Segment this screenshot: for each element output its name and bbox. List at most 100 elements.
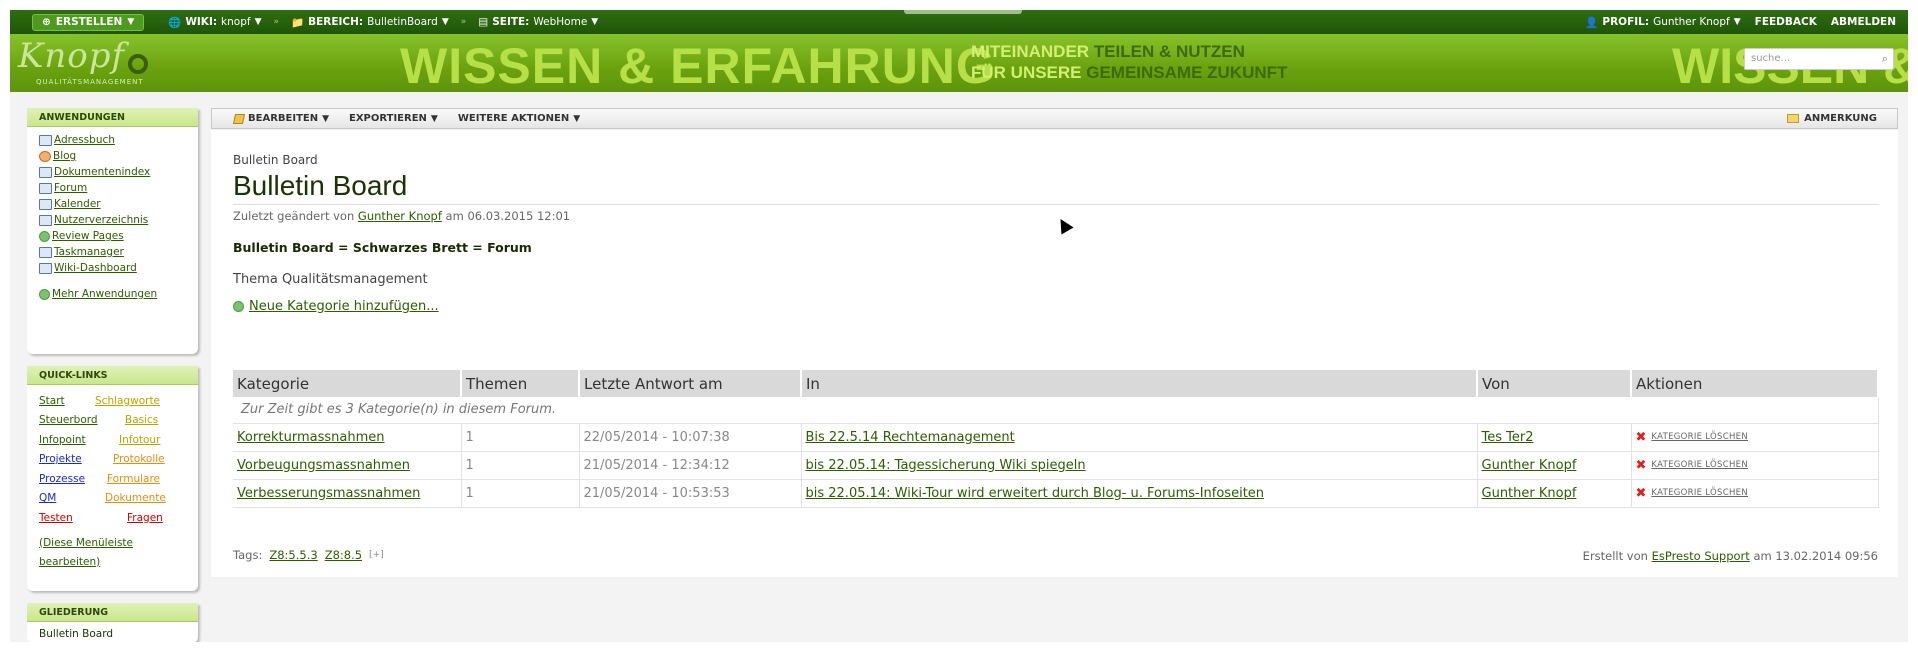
author-link[interactable]: Gunther Knopf — [358, 209, 442, 223]
quick-link-basics[interactable]: Basics — [95, 411, 195, 431]
quick-link-projekte[interactable]: Projekte — [39, 450, 95, 470]
app-item-taskmanager[interactable]: Taskmanager — [39, 244, 186, 260]
by-cell: Gunther Knopf — [1477, 479, 1632, 508]
quick-link-testen[interactable]: Testen — [39, 508, 95, 528]
slogan: WISSEN & ERFAHRUNG — [400, 38, 996, 92]
top-grip — [904, 10, 1022, 14]
forum-icon — [39, 182, 52, 194]
quick-link-dokumente[interactable]: Dokumente — [95, 489, 195, 509]
chevron-down-icon: ▼ — [254, 17, 262, 27]
chevron-down-icon: ▼ — [430, 113, 438, 124]
panel-title: ANWENDUNGEN — [27, 108, 198, 127]
profile-menu[interactable]: 👤 PROFIL: Gunther Knopf ▼ — [1585, 16, 1740, 29]
category-table: Kategorie Themen Letzte Antwort am In Vo… — [233, 370, 1879, 508]
breadcrumb[interactable]: Bulletin Board — [233, 153, 318, 167]
quick-link-infopoint[interactable]: Infopoint — [39, 430, 95, 450]
add-icon: ⊕ — [42, 16, 51, 28]
feedback-link[interactable]: FEEDBACK — [1755, 16, 1817, 28]
quick-link-steuerbord[interactable]: Steuerbord — [39, 411, 98, 431]
slogan-line-1: MITEINANDER TEILEN & NUTZEN — [971, 42, 1245, 61]
app-item-wiki-dashboard[interactable]: Wiki-Dashboard — [39, 260, 186, 276]
quick-link-infotour[interactable]: Infotour — [95, 430, 195, 450]
table-info: Zur Zeit gibt es 3 Kategorie(n) in diese… — [233, 397, 1879, 424]
delete-icon[interactable]: ✖ — [1636, 458, 1647, 473]
app-item-forum[interactable]: Forum — [39, 180, 186, 196]
creator-link[interactable]: EsPresto Support — [1652, 549, 1750, 563]
area-menu[interactable]: 📁 BEREICH: BulletinBoard ▼ — [281, 16, 459, 29]
quick-links-grid: Start Schlagworte Steuerbord Basics Info… — [27, 385, 198, 534]
outline-item[interactable]: Bulletin Board — [27, 622, 198, 642]
topics-cell: 1 — [461, 479, 580, 508]
tag-link[interactable]: Z8:5.5.3 — [269, 548, 317, 562]
topic-text: Thema Qualitätsmanagement — [233, 272, 428, 287]
actions-cell: ✖ KATEGORIE LÖSCHEN — [1631, 451, 1879, 480]
delete-icon[interactable]: ✖ — [1636, 486, 1647, 501]
app-item-nutzerverzeichnis[interactable]: Nutzerverzeichnis — [39, 212, 186, 228]
actions-cell: ✖ KATEGORIE LÖSCHEN — [1631, 423, 1879, 452]
edit-menu-link[interactable]: (Diese Menüleiste bearbeiten) — [27, 534, 147, 572]
add-tag-button[interactable]: [+] — [369, 550, 384, 560]
quick-link-fragen[interactable]: Fragen — [95, 508, 195, 528]
delete-category-link[interactable]: KATEGORIE LÖSCHEN — [1651, 460, 1748, 470]
add-icon — [39, 288, 50, 300]
wiki-menu[interactable]: 🌐 WIKI: knopf ▼ — [158, 16, 271, 29]
column-header[interactable]: In — [801, 370, 1478, 397]
app-item-kalender[interactable]: Kalender — [39, 196, 186, 212]
topics-cell: 1 — [461, 423, 580, 452]
quick-link-schlagworte[interactable]: Schlagworte — [95, 391, 195, 411]
in-cell: Bis 22.5.14 Rechtemanagement — [801, 423, 1478, 452]
actions-cell: ✖ KATEGORIE LÖSCHEN — [1631, 479, 1879, 508]
quick-link-protokolle[interactable]: Protokolle — [95, 450, 195, 470]
logo[interactable]: Knopf QUALITÄTSMANAGEMENT — [18, 36, 148, 88]
column-header[interactable]: Von — [1477, 370, 1632, 397]
more-apps-link[interactable]: Mehr Anwendungen — [39, 286, 186, 302]
tag-link[interactable]: Z8:8.5 — [325, 548, 362, 562]
last-reply-cell: 22/05/2014 - 10:07:38 — [579, 423, 802, 452]
export-menu[interactable]: EXPORTIEREN ▼ — [339, 113, 448, 124]
user-icon: 👤 — [1585, 16, 1599, 29]
app-item-blog[interactable]: Blog — [39, 148, 186, 164]
more-actions-menu[interactable]: WEITERE AKTIONEN ▼ — [448, 113, 590, 124]
create-button[interactable]: ⊕ ERSTELLEN ▼ — [32, 13, 145, 31]
by-cell: Tes Ter2 — [1477, 423, 1632, 452]
main-content: Bulletin Board Bulletin Board Zuletzt ge… — [211, 130, 1898, 577]
quick-link-start[interactable]: Start — [39, 391, 95, 411]
category-cell: Korrekturmassnahmen — [233, 423, 462, 452]
search-input[interactable]: suche... ⌕ — [1744, 48, 1894, 70]
panel-title: QUICK-LINKS — [27, 366, 198, 385]
comment-button[interactable]: ANMERKUNG — [1787, 113, 1897, 124]
tags-bar: Tags: Z8:5.5.3 Z8:8.5 [+] — [233, 548, 384, 562]
new-category-link[interactable]: Neue Kategorie hinzufügen... — [233, 299, 439, 314]
delete-category-link[interactable]: KATEGORIE LÖSCHEN — [1651, 432, 1748, 442]
gear-icon — [128, 54, 148, 74]
delete-category-link[interactable]: KATEGORIE LÖSCHEN — [1651, 488, 1748, 498]
app-item-adressbuch[interactable]: Adressbuch — [39, 132, 186, 148]
column-header[interactable]: Letzte Antwort am — [579, 370, 802, 397]
chevron-down-icon: ▼ — [573, 113, 581, 124]
category-cell: Verbesserungsmassnahmen — [233, 479, 462, 508]
app-item-review-pages[interactable]: Review Pages — [39, 228, 186, 244]
column-header[interactable]: Aktionen — [1631, 370, 1879, 397]
blog-icon — [39, 150, 51, 162]
applications-panel: ANWENDUNGEN Adressbuch Blog Dokumentenin… — [27, 108, 198, 354]
quick-link-prozesse[interactable]: Prozesse — [39, 469, 95, 489]
chevron-down-icon: ▼ — [322, 113, 330, 124]
last-reply-cell: 21/05/2014 - 10:53:53 — [579, 479, 802, 508]
search-icon[interactable]: ⌕ — [1882, 52, 1888, 66]
page-menu[interactable]: ▤ SEITE: WebHome ▼ — [468, 16, 608, 28]
column-header[interactable]: Kategorie — [233, 370, 462, 397]
table-info-row: Zur Zeit gibt es 3 Kategorie(n) in diese… — [233, 397, 1879, 424]
address-book-icon — [39, 134, 52, 146]
task-icon — [39, 246, 52, 258]
quick-link-qm[interactable]: QM — [39, 489, 95, 509]
logout-link[interactable]: ABMELDEN — [1831, 16, 1896, 28]
page-icon: ▤ — [478, 16, 489, 28]
edit-menu[interactable]: BEARBEITEN ▼ — [212, 113, 339, 124]
quick-link-formulare[interactable]: Formulare — [95, 469, 195, 489]
dashboard-icon — [39, 262, 52, 274]
delete-icon[interactable]: ✖ — [1636, 430, 1647, 445]
user-actions: 👤 PROFIL: Gunther Knopf ▼ FEEDBACK ABMEL… — [1585, 16, 1908, 29]
top-bar: ⊕ ERSTELLEN ▼ 🌐 WIKI: knopf ▼ » 📁 BEREIC… — [10, 10, 1908, 34]
column-header[interactable]: Themen — [461, 370, 580, 397]
app-item-dokumentenindex[interactable]: Dokumentenindex — [39, 164, 186, 180]
